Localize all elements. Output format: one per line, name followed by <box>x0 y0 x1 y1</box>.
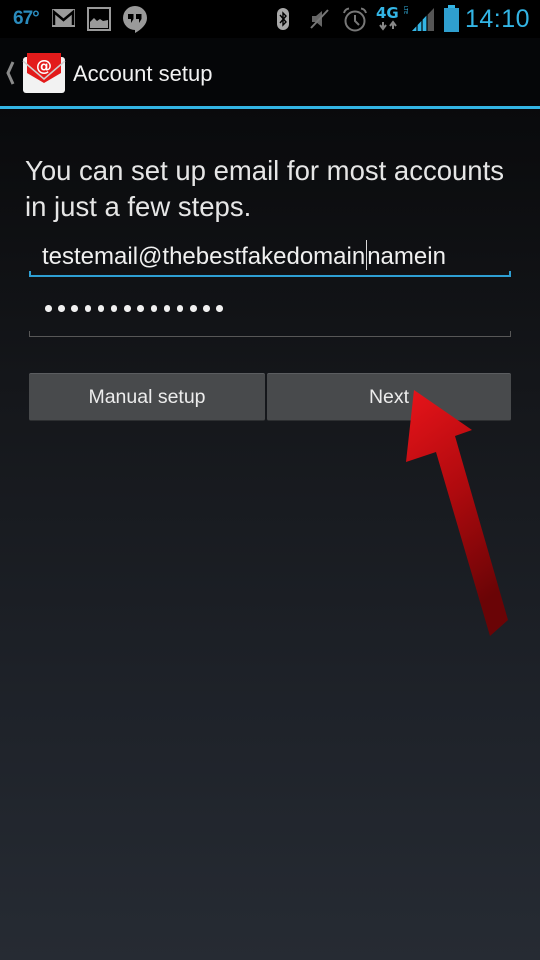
password-dot <box>71 305 78 312</box>
password-dot <box>45 305 52 312</box>
svg-text:LTE: LTE <box>402 6 408 14</box>
svg-text:4G: 4G <box>376 4 399 22</box>
password-dot <box>190 305 197 312</box>
password-dot <box>216 305 223 312</box>
battery-icon <box>444 5 459 32</box>
intro-text: You can set up email for most accounts i… <box>25 155 504 222</box>
password-field-underline <box>29 331 511 337</box>
next-button[interactable]: Next <box>267 373 511 421</box>
password-field[interactable] <box>29 292 511 337</box>
password-dot <box>176 305 184 312</box>
password-dot <box>97 305 105 312</box>
email-field-underline <box>29 271 511 277</box>
password-dot <box>84 305 92 312</box>
annotation-arrow <box>406 390 508 636</box>
password-dot <box>137 305 144 312</box>
email-app-icon[interactable]: @ <box>22 51 66 95</box>
status-bar: 67° 4G LTE 14:10 <box>0 0 540 38</box>
password-dot <box>110 305 118 312</box>
clock: 14:10 <box>464 5 530 33</box>
gmail-icon <box>52 9 75 27</box>
password-mask <box>45 305 223 312</box>
password-dot <box>150 305 157 312</box>
password-dot <box>163 305 171 312</box>
action-bar-divider <box>0 106 540 109</box>
page-title: Account setup <box>73 61 213 86</box>
gallery-icon <box>87 7 111 31</box>
email-text-after-caret: namein <box>367 243 446 270</box>
action-bar: @ Account setup <box>0 38 540 106</box>
password-dot <box>124 305 131 312</box>
password-dot <box>203 305 210 312</box>
email-text-before-caret: testemail@thebestfakedomain <box>42 243 366 270</box>
hangouts-icon <box>123 6 147 33</box>
chevron-left-icon[interactable] <box>5 60 15 86</box>
manual-setup-button[interactable]: Manual setup <box>29 373 265 421</box>
email-value[interactable]: testemail@thebestfakedomainnamein <box>42 240 500 271</box>
4g-lte-icon: 4G LTE <box>376 4 408 31</box>
bluetooth-icon <box>277 8 289 30</box>
arrow-shape <box>406 390 508 636</box>
mute-icon <box>310 9 329 29</box>
password-dot <box>58 305 65 312</box>
svg-text:@: @ <box>36 56 52 75</box>
email-field[interactable]: testemail@thebestfakedomainnamein <box>29 236 511 280</box>
alarm-icon <box>343 7 367 32</box>
weather-temperature: 67° <box>13 8 40 29</box>
signal-icon <box>412 8 434 31</box>
